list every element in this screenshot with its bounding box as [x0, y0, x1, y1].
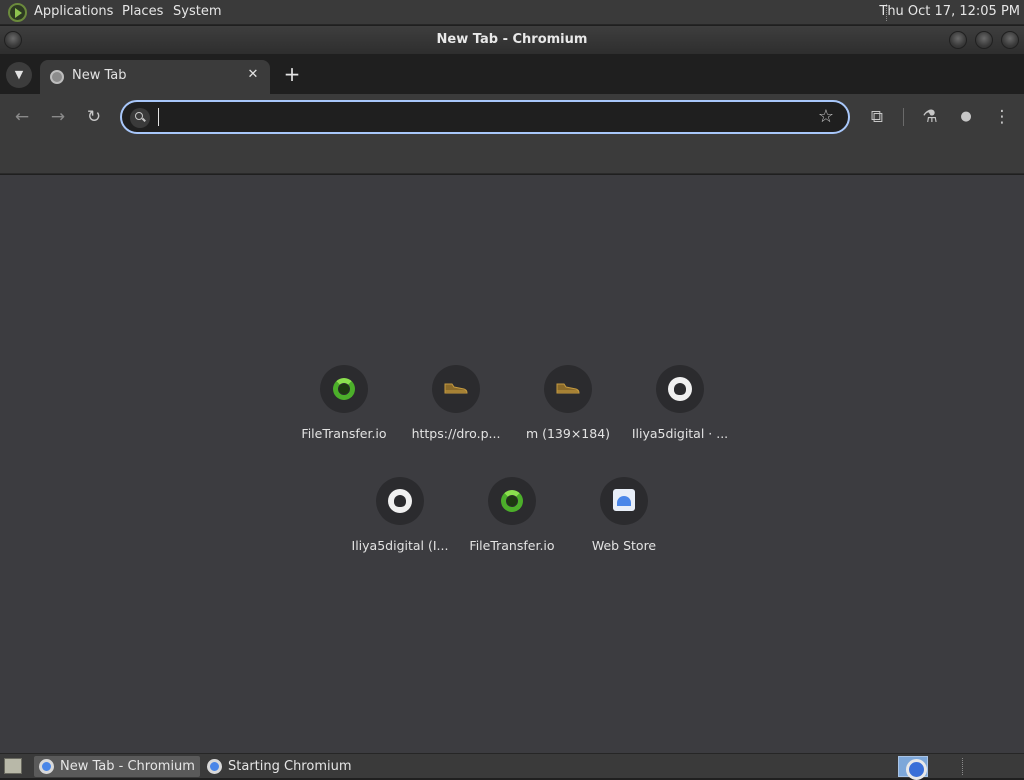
close-window-button[interactable] [1001, 31, 1019, 49]
chromium-icon [39, 759, 54, 774]
search-icon [130, 108, 150, 128]
shoe-icon [444, 383, 468, 394]
tray-chromium-icon[interactable] [898, 756, 928, 780]
shortcut-icon-circle [376, 477, 424, 525]
new-tab-page: FileTransfer.io https://dro.p... m (139×… [0, 175, 1024, 753]
globe-icon [50, 70, 64, 84]
tab-new-tab[interactable]: New Tab ✕ [40, 60, 270, 94]
text-caret [158, 108, 159, 126]
shortcut-icon-circle [656, 365, 704, 413]
tab-search-button[interactable]: ▼ [6, 62, 32, 88]
shortcut-tile[interactable]: https://dro.p... [400, 365, 512, 465]
top-panel: Applications Places System Thu Oct 17, 1… [0, 0, 1024, 25]
menu-dots-icon[interactable]: ⋮ [989, 104, 1015, 130]
chevron-down-icon: ▼ [14, 68, 24, 81]
filetransfer-icon [501, 490, 523, 512]
forward-button[interactable]: → [45, 104, 71, 130]
bookmark-star-icon[interactable]: ☆ [818, 105, 834, 129]
places-menu[interactable]: Places [122, 4, 163, 19]
webstore-icon [613, 489, 635, 511]
tab-title: New Tab [72, 68, 127, 83]
shortcut-icon-circle [320, 365, 368, 413]
menu-logo-icon[interactable] [8, 3, 27, 22]
github-icon [668, 377, 692, 401]
shortcut-tile[interactable]: Iliya5digital (I... [344, 477, 456, 577]
show-desktop-icon[interactable] [4, 758, 22, 774]
shortcut-tile[interactable]: m (139×184) [512, 365, 624, 465]
shortcut-icon-circle [432, 365, 480, 413]
window-title: New Tab - Chromium [436, 32, 588, 47]
new-tab-button[interactable]: + [280, 63, 304, 87]
shortcut-label: https://dro.p... [411, 426, 501, 441]
taskbar-item-new-tab[interactable]: New Tab - Chromium [34, 756, 200, 777]
back-button[interactable]: ← [9, 104, 35, 130]
chromium-icon [207, 759, 222, 774]
taskbar-item-label: New Tab - Chromium [60, 759, 195, 774]
shortcut-tile[interactable]: FileTransfer.io [288, 365, 400, 465]
shortcut-label: Iliya5digital (I... [351, 538, 449, 553]
close-icon[interactable]: ✕ [244, 66, 262, 84]
taskbar-item-starting-chromium[interactable]: Starting Chromium [202, 756, 362, 777]
window-menu-button[interactable] [4, 31, 22, 49]
window-titlebar[interactable]: New Tab - Chromium [0, 26, 1024, 54]
toolbar-divider [903, 108, 904, 126]
clock[interactable]: Thu Oct 17, 12:05 PM [879, 4, 1020, 19]
filetransfer-icon [333, 378, 355, 400]
shortcut-label: FileTransfer.io [469, 538, 555, 553]
shortcut-label: Iliya5digital · ... [631, 426, 729, 441]
applications-menu[interactable]: Applications [34, 4, 113, 19]
shortcut-tile[interactable]: Iliya5digital · ... [624, 365, 736, 465]
shortcut-label: m (139×184) [525, 426, 611, 441]
tray-grip-handle [962, 758, 965, 775]
bottom-panel: New Tab - Chromium Starting Chromium [0, 753, 1024, 780]
bookmark-bar [0, 140, 1024, 174]
reload-button[interactable]: ↻ [81, 104, 107, 130]
taskbar-item-label: Starting Chromium [228, 759, 352, 774]
extensions-icon[interactable]: ⧉ [864, 104, 890, 130]
shortcut-tile[interactable]: FileTransfer.io [456, 477, 568, 577]
shortcut-label: FileTransfer.io [301, 426, 387, 441]
shoe-icon [556, 383, 580, 394]
shortcut-label: Web Store [591, 538, 657, 553]
shortcut-tile[interactable]: Web Store [568, 477, 680, 577]
labs-flask-icon[interactable]: ⚗ [917, 104, 943, 130]
minimize-button[interactable] [949, 31, 967, 49]
github-icon [388, 489, 412, 513]
shortcut-icon-circle [544, 365, 592, 413]
maximize-button[interactable] [975, 31, 993, 49]
tab-strip: ▼ New Tab ✕ + [0, 54, 1024, 94]
system-menu[interactable]: System [173, 4, 221, 19]
profile-icon[interactable]: ● [953, 104, 979, 130]
address-bar[interactable]: ☆ [120, 100, 850, 134]
toolbar: ← → ↻ ☆ ⧉ ⚗ ● ⋮ [0, 94, 1024, 140]
shortcut-icon-circle [600, 477, 648, 525]
shortcut-icon-circle [488, 477, 536, 525]
